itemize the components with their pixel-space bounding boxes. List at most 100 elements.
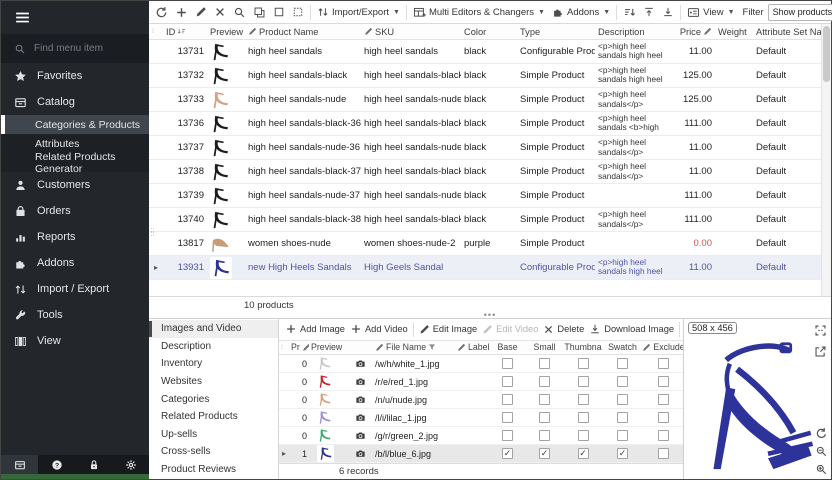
checkbox-swatch[interactable] [617,394,628,405]
sidebar-item-orders[interactable]: Orders [1,198,149,224]
checkbox-thumbnail[interactable] [578,430,589,441]
checkbox-small[interactable] [539,412,550,423]
paste-special-button[interactable] [289,4,307,20]
product-row[interactable]: 13731high heel sandalshigh heel sandalsb… [149,40,831,64]
sidebar-search-input[interactable]: Find menu item [1,34,149,63]
sidebar-item-reports[interactable]: Reports [1,224,149,250]
multi-editors-menu[interactable]: Multi Editors & Changers▼ [410,4,548,21]
download-image-button[interactable]: Download Image [587,321,676,337]
col-header-id[interactable]: ID [163,27,207,37]
tab-cross-sells[interactable]: Cross-sells [149,443,278,461]
import-export-menu[interactable]: Import/Export▼ [314,4,403,20]
product-row[interactable]: ▸13931new High Heels SandalsHigh Geels S… [149,256,831,280]
tab-inventory[interactable]: Inventory [149,355,278,373]
image-row[interactable]: 0/n/u/nude.jpg [279,391,683,409]
sidebar-item-import-export[interactable]: Import / Export [1,276,149,302]
product-row[interactable]: 13740high heel sandals-black-38high heel… [149,208,831,232]
add-product-button[interactable] [172,4,191,21]
checkbox-small[interactable] [539,376,550,387]
checkbox-small[interactable] [539,358,550,369]
col-header-small[interactable]: Small [526,342,563,352]
checkbox-swatch[interactable] [617,376,628,387]
image-row[interactable]: 0/g/r/green_2.jpg [279,427,683,445]
fit-to-window-icon[interactable] [814,324,827,337]
checkbox-base[interactable] [502,430,513,441]
sidebar-item-view[interactable]: View [1,328,149,354]
sidebar-item-catalog[interactable]: Catalog [1,89,149,115]
tab-images-and-video[interactable]: Images and Video [149,320,278,338]
image-row[interactable]: ▸1/b/l/blue_6.jpg✓✓✓✓ [279,445,683,463]
autosize-columns-button[interactable] [620,4,639,21]
col-header-file-name[interactable]: File Name [373,342,455,352]
decrease-row-height-button[interactable] [659,4,677,20]
sidebar-item-customers[interactable]: Customers [1,172,149,198]
col-header-thumbnail[interactable]: Thumbna [563,342,603,352]
product-row[interactable]: 13817women shoes-nudewomen shoes-nude-2p… [149,232,831,256]
copy-button[interactable] [250,4,269,21]
add-image-button[interactable]: Add Image [283,321,347,337]
view-menu[interactable]: View▼ [684,4,737,21]
tab-description[interactable]: Description [149,338,278,356]
image-row[interactable]: 0/w/h/white_1.jpg [279,355,683,373]
tab-up-sells[interactable]: Up-sells [149,426,278,444]
product-row[interactable]: 13739high heel sandals-nude-37high heel … [149,184,831,208]
checkbox-exclude[interactable] [658,376,669,387]
product-row[interactable]: 13738high heel sandals-black-37high heel… [149,160,831,184]
checkbox-exclude[interactable] [658,412,669,423]
sidebar-item-related-products-generator[interactable]: Related Products Generator [1,153,149,172]
col-header-description[interactable]: Description [595,27,671,37]
products-scrollbar[interactable] [821,24,831,296]
zoom-in-icon[interactable] [815,463,828,476]
col-header-attribute-set[interactable]: Attribute Set Name [753,27,823,37]
col-header-product-name[interactable]: Product Name [245,27,361,37]
paste-button[interactable] [270,4,288,20]
search-button[interactable] [230,4,249,21]
checkbox-thumbnail[interactable] [578,394,589,405]
tab-websites[interactable]: Websites [149,373,278,391]
checkbox-base[interactable] [502,376,513,387]
checkbox-swatch[interactable] [617,430,628,441]
image-row[interactable]: 0/r/e/red_1.jpg [279,373,683,391]
delete-image-button[interactable]: Delete [541,322,586,337]
checkbox-base[interactable] [502,412,513,423]
col-header-color[interactable]: Color [461,27,517,37]
col-header-weight[interactable]: Weight [715,27,753,37]
sidebar-item-categories-products[interactable]: Categories & Products [1,115,149,134]
checkbox-base[interactable] [502,394,513,405]
col-header-position[interactable]: Pr [289,342,309,352]
delete-product-button[interactable] [211,4,229,20]
image-row[interactable]: 0/l/i/lilac_1.jpg [279,409,683,427]
col-header-preview[interactable]: Preview [207,27,245,37]
add-video-button[interactable]: Add Video [348,321,410,337]
col-header-image-preview[interactable]: Preview [309,342,353,352]
checkbox-thumbnail[interactable] [578,358,589,369]
sidebar-item-addons[interactable]: Addons [1,250,149,276]
checkbox-swatch[interactable] [617,412,628,423]
col-header-swatch[interactable]: Swatch [603,342,642,352]
checkbox-exclude[interactable] [658,430,669,441]
help-icon[interactable] [38,455,75,474]
product-row[interactable]: 13733high heel sandals-nudehigh heel san… [149,88,831,112]
edit-product-button[interactable] [192,4,210,20]
checkbox-small[interactable] [539,394,550,405]
edit-video-button[interactable]: Edit Video [480,322,540,337]
product-row[interactable]: 13737high heel sandals-nude-36high heel … [149,136,831,160]
open-external-icon[interactable] [814,345,827,358]
col-header-label[interactable]: Label [455,342,489,352]
refresh-button[interactable] [152,4,171,21]
checkbox-exclude[interactable] [658,448,669,459]
checkbox-small[interactable]: ✓ [539,448,550,459]
product-row[interactable]: 13732high heel sandals-blackhigh heel sa… [149,64,831,88]
checkbox-base[interactable] [502,358,513,369]
settings-gear-icon[interactable] [112,455,149,474]
edit-image-button[interactable]: Edit Image [417,322,479,337]
col-header-type[interactable]: Type [517,27,595,37]
sidebar-item-tools[interactable]: Tools [1,302,149,328]
col-header-sku[interactable]: SKU [361,27,461,37]
checkbox-thumbnail[interactable] [578,376,589,387]
col-header-exclude[interactable]: Exclude [642,342,685,352]
tab-categories[interactable]: Categories [149,390,278,408]
sidebar-item-favorites[interactable]: Favorites [1,63,149,89]
col-header-price[interactable]: Price [671,27,715,37]
col-header-base[interactable]: Base [489,342,526,352]
